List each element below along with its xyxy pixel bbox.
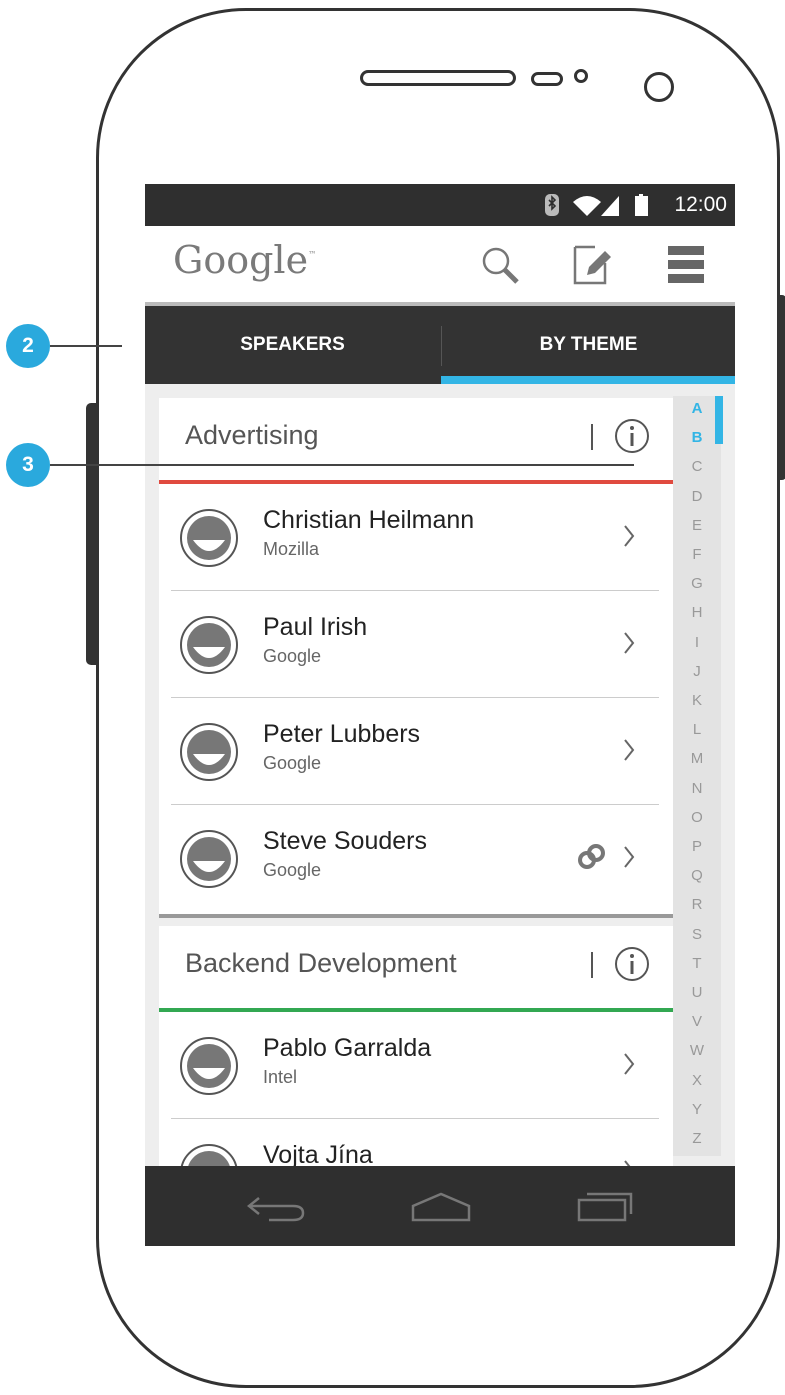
speaker-row[interactable]: Pablo Garralda Intel [159,1012,673,1119]
index-letter-e[interactable]: E [673,517,721,534]
index-letter-d[interactable]: D [673,488,721,505]
earpiece-speaker [360,70,516,86]
bluetooth-icon [545,194,559,216]
tab-by-theme[interactable]: BY THEME [441,306,735,384]
index-letter-n[interactable]: N [673,780,721,797]
section-card-advertising: Advertising Christian Heilmann Mozilla P… [159,398,673,918]
alphabet-index[interactable]: ABCDEFGHIJKLMNOPQRSTUVWXYZ [673,396,723,1156]
speaker-company: Mozilla [263,539,320,559]
index-letter-f[interactable]: F [673,546,721,563]
index-letter-l[interactable]: L [673,721,721,738]
index-letter-h[interactable]: H [673,604,721,621]
index-letter-u[interactable]: U [673,984,721,1001]
speaker-company: Google [263,860,322,880]
chevron-right-icon [624,739,635,761]
index-letter-a[interactable]: A [673,400,721,417]
index-letter-g[interactable]: G [673,575,721,592]
speaker-row[interactable]: Paul Irish Google [159,591,673,698]
system-nav-bar [145,1166,735,1246]
callout-2-leader [50,345,122,347]
index-letter-o[interactable]: O [673,809,721,826]
status-icons [545,194,648,216]
index-letter-z[interactable]: Z [673,1130,721,1147]
index-letter-t[interactable]: T [673,955,721,972]
chevron-right-icon [624,846,635,868]
index-letter-k[interactable]: K [673,692,721,709]
index-letter-x[interactable]: X [673,1072,721,1089]
speaker-name: Peter Lubbers [263,720,421,748]
speaker-name: Christian Heilmann [263,506,475,534]
callout-3: 3 [6,443,50,487]
avatar-icon [180,1037,238,1095]
avatar-icon [180,616,238,674]
header-divider [591,424,593,450]
link-icon[interactable] [577,843,607,871]
battery-icon [635,194,648,216]
callout-2: 2 [6,324,50,368]
index-letter-y[interactable]: Y [673,1101,721,1118]
index-letter-q[interactable]: Q [673,867,721,884]
app-screen: 12:00 Google™ SPEAKERS BY THEME Advertis… [145,184,735,1246]
volume-button [86,403,96,665]
recent-apps-icon[interactable] [573,1186,637,1226]
menu-icon[interactable] [663,242,709,288]
section-title: Backend Development [185,948,457,978]
index-letter-r[interactable]: R [673,896,721,913]
power-button [778,295,785,480]
index-letter-s[interactable]: S [673,926,721,943]
index-letter-b[interactable]: B [673,429,721,446]
section-card-backend-development: Backend Development Pablo Garralda Intel… [159,926,673,1202]
front-camera [644,72,674,102]
index-letter-j[interactable]: J [673,663,721,680]
callout-3-leader [50,464,634,466]
index-letter-c[interactable]: C [673,458,721,475]
avatar-icon [180,830,238,888]
section-header: Advertising [159,398,673,480]
chevron-right-icon [624,632,635,654]
tab-bar: SPEAKERS BY THEME [145,306,735,384]
section-header: Backend Development [159,926,673,1008]
header-divider [591,952,593,978]
compose-icon[interactable] [569,242,615,288]
speaker-row[interactable]: Christian Heilmann Mozilla [159,484,673,591]
signal-icon [601,196,619,216]
speaker-name: Pablo Garralda [263,1034,432,1062]
speaker-company: Google [263,753,322,773]
index-letter-w[interactable]: W [673,1042,721,1059]
speaker-company: Google [263,646,322,666]
search-icon[interactable] [477,242,523,288]
index-letter-i[interactable]: I [673,634,721,651]
action-bar: Google™ [145,226,735,306]
wifi-icon [573,196,601,216]
status-bar: 12:00 [145,184,735,226]
speaker-row[interactable]: Steve Souders Google [159,805,673,912]
avatar-icon [180,723,238,781]
speaker-company: Intel [263,1067,298,1087]
section-title: Advertising [185,420,319,450]
info-icon[interactable] [614,418,650,454]
google-logo: Google™ [173,238,317,282]
speaker-row[interactable]: Peter Lubbers Google [159,698,673,805]
back-icon[interactable] [245,1192,309,1224]
sensor-dot [574,69,588,83]
tab-selected-indicator [441,376,735,384]
proximity-sensor [531,72,563,86]
index-letter-v[interactable]: V [673,1013,721,1030]
status-time: 12:00 [674,193,727,216]
chevron-right-icon [624,1053,635,1075]
info-icon[interactable] [614,946,650,982]
index-letter-p[interactable]: P [673,838,721,855]
speaker-name: Steve Souders [263,827,427,855]
index-letter-m[interactable]: M [673,750,721,767]
tab-speakers[interactable]: SPEAKERS [145,306,440,384]
speaker-name: Paul Irish [263,613,368,641]
home-icon[interactable] [409,1190,473,1224]
avatar-icon [180,509,238,567]
chevron-right-icon [624,525,635,547]
